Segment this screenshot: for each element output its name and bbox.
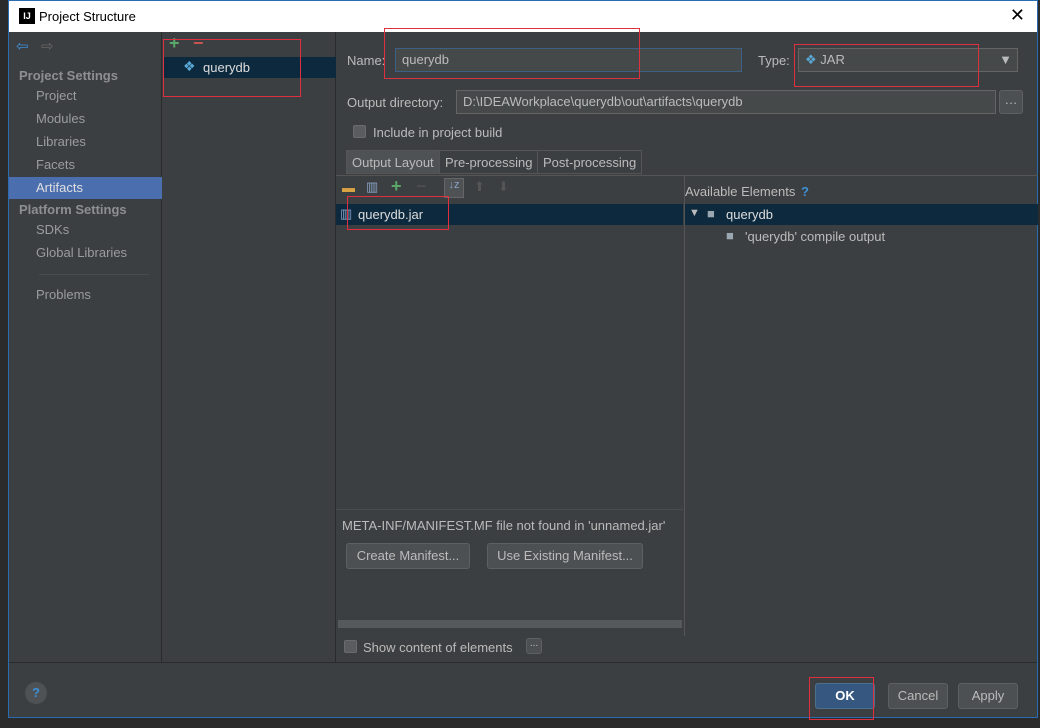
artifacts-list-panel: + − ❖ querydb	[163, 32, 336, 662]
show-content-label: Show content of elements	[363, 640, 513, 655]
tree-item[interactable]: ▼ ■ querydb	[685, 204, 1038, 225]
new-directory-icon[interactable]: ▬	[342, 180, 355, 195]
footer-divider	[9, 662, 1037, 663]
include-in-build-label: Include in project build	[373, 125, 503, 140]
use-existing-manifest-button[interactable]: Use Existing Manifest...	[487, 543, 643, 569]
annotation-box	[809, 677, 874, 720]
horizontal-scrollbar[interactable]	[338, 620, 682, 628]
module-folder-icon: ■	[707, 206, 715, 221]
move-up-icon[interactable]: ⬆	[474, 179, 485, 195]
intellij-logo-icon: IJ	[19, 8, 35, 24]
splitter[interactable]	[684, 176, 685, 636]
annotation-box	[794, 44, 979, 87]
available-elements-label: Available Elements	[685, 184, 796, 199]
divider	[336, 509, 683, 510]
divider	[39, 274, 149, 275]
sidebar-item-facets[interactable]: Facets	[9, 154, 162, 176]
cancel-button[interactable]: Cancel	[888, 683, 948, 709]
output-layout-panel: ▬ ▥ + − ↓z ⬆ ⬇ ▥ querydb.jar Available E…	[336, 175, 1038, 662]
help-icon[interactable]: ?	[801, 184, 809, 199]
sort-icon[interactable]: ↓z	[444, 178, 464, 198]
show-content-checkbox[interactable]	[344, 640, 357, 653]
platform-settings-header: Platform Settings	[19, 202, 127, 217]
sidebar-item-modules[interactable]: Modules	[9, 108, 162, 130]
compile-output-icon: ■	[726, 228, 734, 243]
sidebar-item-project[interactable]: Project	[9, 85, 162, 107]
tree-item-label: querydb	[726, 207, 773, 222]
project-settings-header: Project Settings	[19, 68, 118, 83]
window-title: Project Structure	[39, 9, 136, 24]
tab-pre-processing[interactable]: Pre-processing	[439, 150, 539, 174]
sidebar-item-libraries[interactable]: Libraries	[9, 131, 162, 153]
sidebar-item-global-libraries[interactable]: Global Libraries	[9, 242, 162, 264]
back-icon[interactable]: ⇦	[16, 37, 29, 55]
move-down-icon[interactable]: ⬇	[498, 179, 509, 195]
apply-button[interactable]: Apply	[958, 683, 1018, 709]
add-element-icon[interactable]: +	[391, 176, 402, 197]
chevron-down-icon: ▼	[999, 52, 1012, 67]
manifest-message: META-INF/MANIFEST.MF file not found in '…	[342, 518, 666, 533]
sidebar-item-sdks[interactable]: SDKs	[9, 219, 162, 241]
more-button[interactable]: ...	[526, 638, 542, 654]
create-manifest-button[interactable]: Create Manifest...	[346, 543, 470, 569]
expand-arrow-icon[interactable]: ▼	[689, 207, 700, 219]
annotation-box	[347, 196, 449, 230]
close-button[interactable]: ✕	[1010, 5, 1025, 26]
sidebar: ⇦ ⇨ Project Settings Project Modules Lib…	[9, 32, 162, 662]
type-label: Type:	[758, 53, 790, 68]
annotation-box	[163, 39, 301, 97]
forward-icon[interactable]: ⇨	[41, 37, 54, 55]
output-directory-label: Output directory:	[347, 95, 444, 110]
sidebar-item-artifacts[interactable]: Artifacts	[9, 177, 162, 199]
tree-item-label: 'querydb' compile output	[745, 229, 886, 244]
remove-element-icon[interactable]: −	[416, 176, 427, 197]
include-in-build-checkbox[interactable]	[353, 125, 366, 138]
browse-button[interactable]: …	[999, 90, 1023, 114]
tab-post-processing[interactable]: Post-processing	[537, 150, 643, 174]
output-directory-input[interactable]: D:\IDEAWorkplace\querydb\out\artifacts\q…	[456, 90, 996, 114]
name-label: Name:	[347, 53, 386, 68]
annotation-box	[384, 28, 640, 79]
tab-output-layout[interactable]: Output Layout	[346, 150, 440, 174]
help-button[interactable]: ?	[25, 682, 47, 704]
archive-icon[interactable]: ▥	[366, 179, 378, 195]
project-structure-dialog: IJ Project Structure ✕ ⇦ ⇨ Project Setti…	[8, 0, 1038, 720]
sidebar-item-problems[interactable]: Problems	[9, 284, 162, 306]
